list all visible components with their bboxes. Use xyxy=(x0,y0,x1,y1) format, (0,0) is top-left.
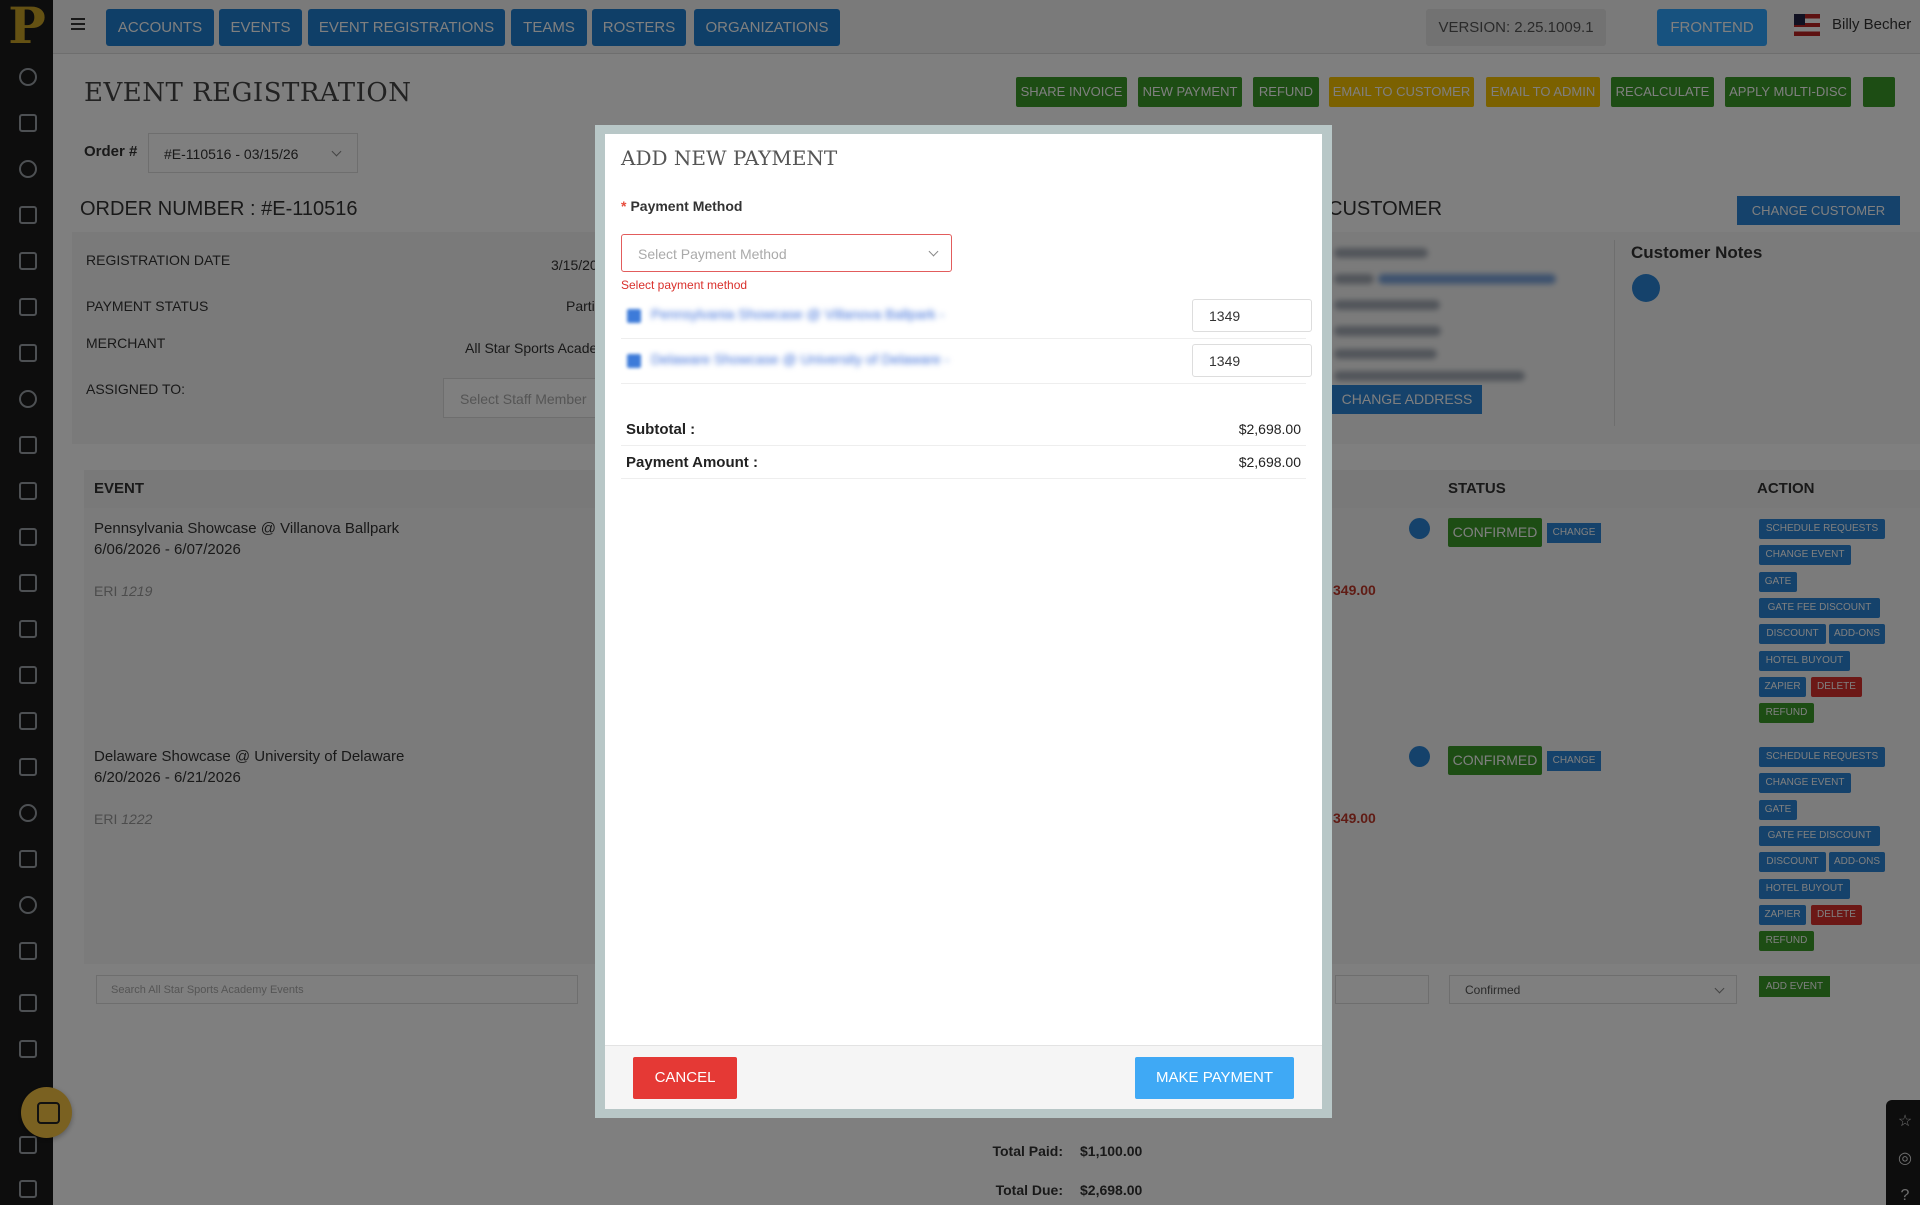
payment-line-item: Delaware Showcase @ University of Delawa… xyxy=(621,340,1312,384)
subtotal-value: $2,698.00 xyxy=(1238,421,1301,437)
chevron-down-icon xyxy=(928,246,939,257)
payment-line-item: Pennsylvania Showcase @ Villanova Ballpa… xyxy=(621,295,1312,339)
modal-footer: CANCEL MAKE PAYMENT xyxy=(605,1045,1322,1109)
payment-method-label: * Payment Method xyxy=(621,198,742,214)
line-item-amount-input[interactable]: 1349 xyxy=(1192,344,1312,377)
line-item-name: Delaware Showcase @ University of Delawa… xyxy=(651,351,950,367)
add-payment-modal: ADD NEW PAYMENT * Payment Method Select P… xyxy=(605,134,1322,1109)
subtotal-row: Subtotal : $2,698.00 xyxy=(621,414,1306,446)
line-item-checkbox[interactable] xyxy=(627,309,641,323)
payment-amount-value: $2,698.00 xyxy=(1238,454,1301,470)
payment-method-label-text: Payment Method xyxy=(630,198,743,214)
payment-method-placeholder: Select Payment Method xyxy=(638,246,787,262)
modal-title: ADD NEW PAYMENT xyxy=(621,146,838,170)
payment-method-select[interactable]: Select Payment Method xyxy=(621,234,952,272)
make-payment-button[interactable]: MAKE PAYMENT xyxy=(1135,1057,1294,1099)
subtotal-label: Subtotal : xyxy=(626,421,696,438)
required-marker: * xyxy=(621,198,627,214)
line-item-amount-input[interactable]: 1349 xyxy=(1192,299,1312,332)
line-item-name: Pennsylvania Showcase @ Villanova Ballpa… xyxy=(651,306,945,322)
payment-amount-label: Payment Amount : xyxy=(626,454,758,471)
cancel-button[interactable]: CANCEL xyxy=(633,1057,737,1099)
line-item-checkbox[interactable] xyxy=(627,354,641,368)
payment-method-error: Select payment method xyxy=(621,278,748,292)
payment-amount-row: Payment Amount : $2,698.00 xyxy=(621,447,1306,479)
